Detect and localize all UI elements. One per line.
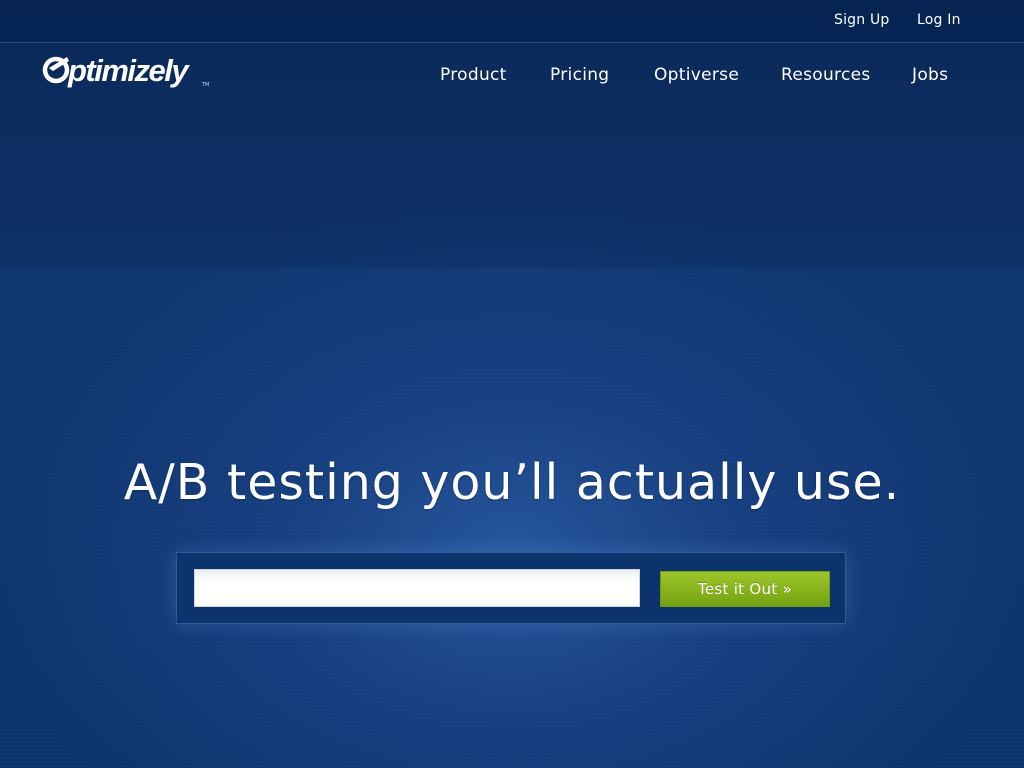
test-url-form: Test it Out » (176, 552, 846, 624)
test-it-out-button[interactable]: Test it Out » (660, 571, 830, 607)
page: Sign Up Log In ptimizely TM Product Pric… (0, 0, 1024, 768)
sign-up-link[interactable]: Sign Up (834, 12, 890, 28)
nav-jobs[interactable]: Jobs (912, 65, 948, 85)
log-in-link[interactable]: Log In (917, 12, 961, 28)
hero-headline: A/B testing you’ll actually use. (123, 454, 901, 511)
nav-pricing[interactable]: Pricing (550, 65, 609, 85)
logo-trademark: TM (202, 82, 210, 88)
utility-bar: Sign Up Log In (0, 0, 1024, 43)
nav-product[interactable]: Product (440, 65, 507, 85)
optimizely-logo[interactable]: ptimizely TM (42, 54, 212, 90)
logo-wordmark: ptimizely (68, 53, 189, 88)
url-input[interactable] (194, 569, 640, 607)
nav-optiverse[interactable]: Optiverse (654, 65, 739, 85)
nav-resources[interactable]: Resources (781, 65, 871, 85)
